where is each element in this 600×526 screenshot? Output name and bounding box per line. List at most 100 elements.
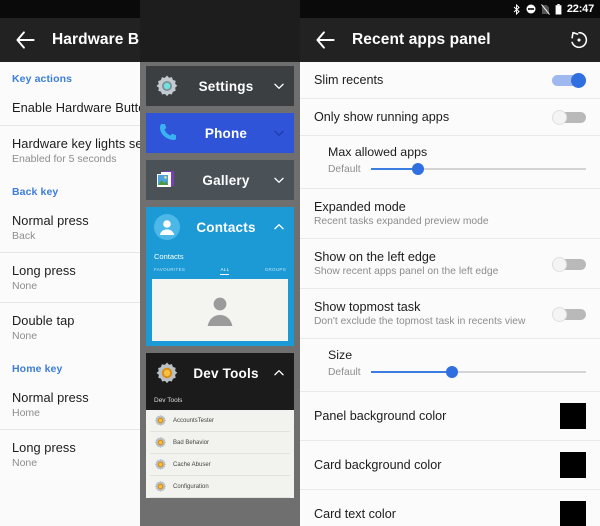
card-header[interactable]: Contacts <box>146 207 294 247</box>
card-label: Gallery <box>202 172 250 188</box>
devtools-item-label: Bad Behavior <box>173 439 210 446</box>
row-text: Expanded mode Recent tasks expanded prev… <box>314 200 586 227</box>
row-title: Show on the left edge <box>314 250 436 264</box>
color-swatch-panel-background[interactable] <box>560 403 586 429</box>
card-label: Dev Tools <box>193 365 259 381</box>
setting-row-show-topmost-task[interactable]: Show topmost task Don't exclude the topm… <box>300 289 600 338</box>
color-swatch-card-text[interactable] <box>560 501 586 526</box>
chevron-up-icon[interactable] <box>272 220 286 234</box>
slider-fill <box>370 371 453 373</box>
toggle-thumb <box>552 110 567 125</box>
list-item[interactable]: AccountsTester <box>150 410 290 432</box>
devtools-item-label: Configuration <box>173 483 209 490</box>
setting-row-max-allowed-apps[interactable]: Max allowed apps Default <box>300 136 600 188</box>
setting-row-card-background-color[interactable]: Card background color <box>300 441 600 489</box>
card-header[interactable]: Gallery <box>146 160 294 200</box>
chevron-up-icon[interactable] <box>272 366 286 380</box>
chevron-down-icon[interactable] <box>272 126 286 140</box>
recents-card-contacts[interactable]: Contacts Contacts FAVOURITES ALL GROUPS <box>146 207 294 346</box>
slider-line: Default <box>328 365 586 379</box>
tab-favourites[interactable]: FAVOURITES <box>154 267 185 275</box>
row-title: Expanded mode <box>314 200 406 214</box>
right-app-bar: Recent apps panel <box>300 18 600 62</box>
row-text: Show topmost task Don't exclude the topm… <box>314 300 552 327</box>
contacts-preview-list <box>152 279 288 341</box>
devtools-item-label: Cache Abuser <box>173 461 211 468</box>
chevron-down-icon[interactable] <box>272 79 286 93</box>
toggle-show-topmost-task[interactable] <box>552 306 586 322</box>
slider-knob[interactable] <box>446 366 459 378</box>
middle-recents-panel: 22:40 Settings Phone <box>140 0 300 526</box>
chevron-down-icon[interactable] <box>272 173 286 187</box>
list-item[interactable]: Cache Abuser <box>150 454 290 476</box>
setting-row-slim-recents[interactable]: Slim recents <box>300 62 600 98</box>
devtools-preview-list: AccountsTester Bad Behavior Cache Abuser… <box>146 410 294 498</box>
avatar-placeholder-icon <box>207 297 233 326</box>
row-title: Show topmost task <box>314 300 421 314</box>
card-header[interactable]: Settings <box>146 66 294 106</box>
gear-icon <box>154 414 167 426</box>
row-subtitle: Recent tasks expanded preview mode <box>314 216 489 227</box>
tab-groups[interactable]: GROUPS <box>265 267 286 275</box>
no-sim-icon <box>540 3 550 15</box>
back-arrow-icon[interactable] <box>12 27 38 53</box>
right-page-title: Recent apps panel <box>352 31 491 48</box>
toggle-only-show-running-apps[interactable] <box>552 110 586 125</box>
row-subtitle: Show recent apps panel on the left edge <box>314 266 499 277</box>
gear-icon <box>154 436 167 448</box>
setting-row-show-on-left-edge[interactable]: Show on the left edge Show recent apps p… <box>300 239 600 288</box>
row-text: Slim recents <box>314 73 552 87</box>
row-text: Panel background color <box>314 409 560 423</box>
slider-max-allowed-apps[interactable] <box>370 162 586 176</box>
slider-value-label: Default <box>328 366 361 378</box>
setting-row-panel-background-color[interactable]: Panel background color <box>300 392 600 440</box>
gallery-photos-icon <box>154 167 180 193</box>
toggle-show-on-left-edge[interactable] <box>552 256 586 272</box>
recents-card-settings[interactable]: Settings <box>146 66 294 106</box>
toggle-thumb <box>552 306 567 322</box>
card-label: Settings <box>198 78 254 94</box>
row-title: Card text color <box>314 507 396 521</box>
slider-value-label: Default <box>328 163 361 175</box>
setting-row-expanded-mode[interactable]: Expanded mode Recent tasks expanded prev… <box>300 189 600 238</box>
do-not-disturb-icon <box>526 4 536 14</box>
settings-gear-icon <box>154 73 180 99</box>
card-header[interactable]: Phone <box>146 113 294 153</box>
dev-tools-gear-icon <box>154 360 180 386</box>
phone-handset-icon <box>154 120 180 146</box>
contacts-app-preview: Contacts FAVOURITES ALL GROUPS <box>146 247 294 346</box>
card-label: Contacts <box>196 219 256 235</box>
recents-card-phone[interactable]: Phone <box>146 113 294 153</box>
history-restore-icon[interactable] <box>568 29 590 51</box>
toggle-slim-recents[interactable] <box>552 73 586 88</box>
list-item[interactable]: Configuration <box>150 476 290 498</box>
slider-knob[interactable] <box>412 163 425 175</box>
row-text: Card text color <box>314 507 560 521</box>
screenshot-root: 22:40 Hardware Buttons Key actions Enabl… <box>0 0 600 526</box>
contacts-person-icon <box>154 214 180 240</box>
back-arrow-icon[interactable] <box>312 27 338 53</box>
row-text: Show on the left edge Show recent apps p… <box>314 250 552 277</box>
right-status-time: 22:47 <box>566 2 594 15</box>
row-title: Card background color <box>314 458 442 472</box>
right-settings-list: Slim recents Only show running apps Max … <box>300 62 600 526</box>
setting-row-card-text-color[interactable]: Card text color <box>300 490 600 526</box>
slider-line: Default <box>328 162 586 176</box>
color-swatch-card-background[interactable] <box>560 452 586 478</box>
card-header[interactable]: Dev Tools <box>146 353 294 393</box>
slider-size[interactable] <box>370 365 586 379</box>
gear-icon <box>154 480 167 492</box>
tab-all[interactable]: ALL <box>220 267 230 275</box>
toggle-thumb <box>552 256 567 272</box>
row-subtitle: Don't exclude the topmost task in recent… <box>314 316 526 327</box>
gear-icon <box>154 458 167 470</box>
middle-dark-strip <box>140 0 300 62</box>
list-item[interactable]: Bad Behavior <box>150 432 290 454</box>
setting-row-only-show-running-apps[interactable]: Only show running apps <box>300 99 600 135</box>
setting-row-size[interactable]: Size Default <box>300 339 600 391</box>
recents-card-dev-tools[interactable]: Dev Tools Dev Tools AccountsTester Bad B… <box>146 353 294 498</box>
recents-card-gallery[interactable]: Gallery <box>146 160 294 200</box>
row-title: Max allowed apps <box>328 145 428 159</box>
toggle-thumb <box>571 73 586 88</box>
battery-icon <box>555 3 562 14</box>
